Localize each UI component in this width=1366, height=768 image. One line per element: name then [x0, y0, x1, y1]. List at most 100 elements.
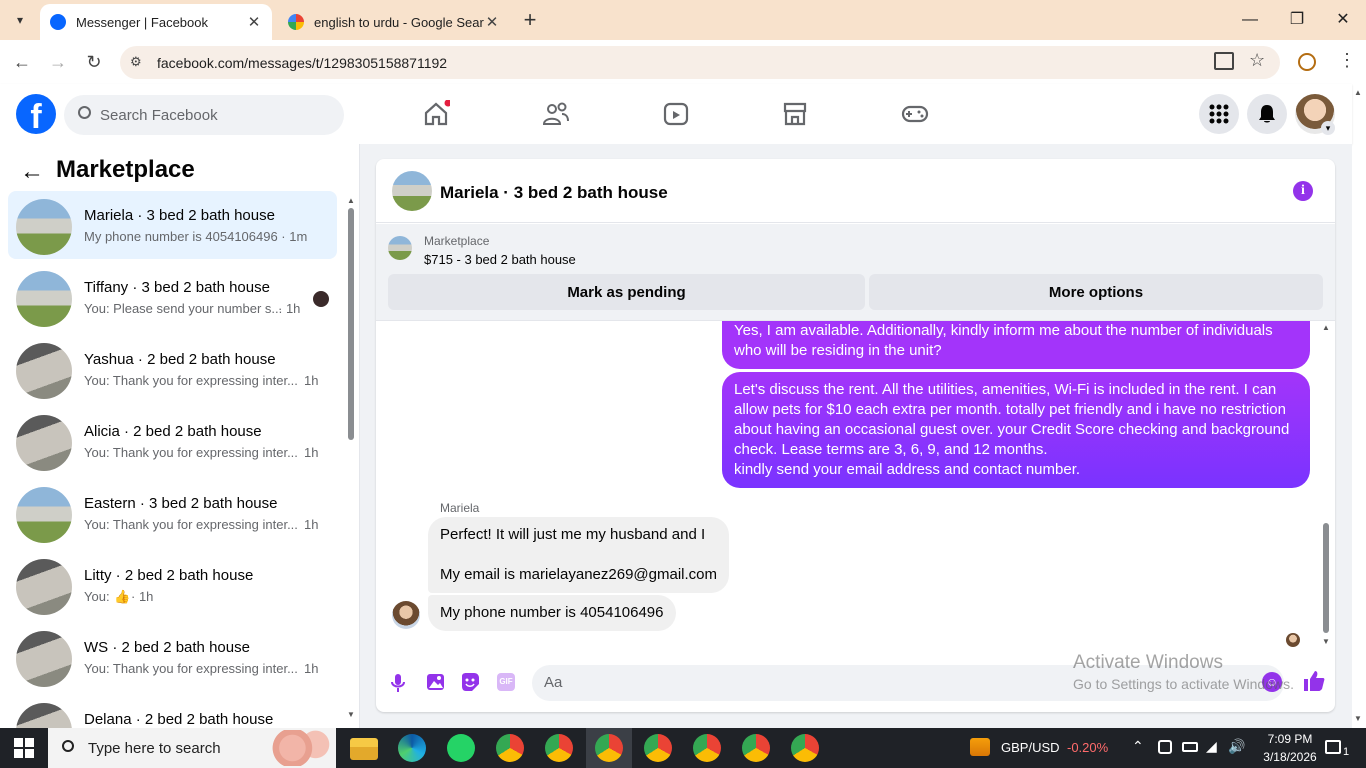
- chrome-icon[interactable]: [693, 734, 721, 762]
- conversation-preview: You: Thank you for expressing inter...: [84, 373, 298, 388]
- conversation-item[interactable]: Alicia · 2 bed 2 bath house You: Thank y…: [8, 407, 337, 475]
- browser-menu-icon[interactable]: ⋮: [1338, 50, 1356, 71]
- watch-video-icon[interactable]: [662, 100, 690, 128]
- close-tab-icon[interactable]: ✕: [246, 13, 262, 31]
- scrollbar-thumb[interactable]: [1323, 523, 1329, 633]
- reload-icon[interactable]: ↻: [80, 48, 108, 76]
- edge-icon[interactable]: [398, 734, 426, 762]
- bookmark-star-icon[interactable]: ☆: [1249, 50, 1265, 71]
- tab-google-search[interactable]: english to urdu - Google Search ✕: [278, 4, 510, 40]
- tray-overflow-icon[interactable]: ⌃: [1132, 738, 1144, 755]
- scroll-up-arrow[interactable]: ▲: [1322, 323, 1330, 332]
- microphone-icon[interactable]: [390, 673, 406, 693]
- tab-title: Messenger | Facebook: [76, 14, 208, 30]
- gaming-icon[interactable]: [901, 100, 929, 128]
- mark-as-pending-button[interactable]: Mark as pending: [388, 274, 865, 310]
- conversation-item[interactable]: Mariela · 3 bed 2 bath house My phone nu…: [8, 191, 337, 259]
- profile-icon[interactable]: [1298, 53, 1316, 71]
- account-chevron-down-icon[interactable]: ▾: [1321, 121, 1335, 135]
- restore-icon[interactable]: ❐: [1283, 8, 1311, 32]
- scroll-up-arrow[interactable]: ▲: [347, 196, 355, 205]
- sidebar-scrollbar[interactable]: ▲ ▼: [346, 196, 356, 720]
- incoming-message[interactable]: My phone number is 4054106496: [428, 595, 676, 631]
- chat-title[interactable]: Mariela · 3 bed 2 bath house: [440, 183, 668, 203]
- clock-time[interactable]: 7:09 PM: [1257, 732, 1323, 746]
- tab-messenger[interactable]: Messenger | Facebook ✕: [40, 4, 272, 40]
- message-placeholder: Aa: [544, 674, 563, 691]
- back-icon[interactable]: ←: [8, 48, 36, 76]
- chrome-icon[interactable]: [496, 734, 524, 762]
- listing-thumbnail[interactable]: [388, 236, 412, 260]
- install-app-icon[interactable]: [1214, 52, 1234, 70]
- listing-title[interactable]: $715 - 3 bed 2 bath house: [424, 252, 576, 267]
- meet-now-icon[interactable]: [1158, 740, 1172, 754]
- close-window-icon[interactable]: ✕: [1329, 8, 1357, 32]
- scroll-down-arrow[interactable]: ▼: [1322, 637, 1330, 646]
- menu-grid-button[interactable]: [1199, 94, 1239, 134]
- notifications-button[interactable]: [1247, 94, 1287, 134]
- windows-start-icon[interactable]: [14, 738, 34, 758]
- gif-icon[interactable]: GIF: [497, 673, 515, 691]
- marketplace-icon[interactable]: [781, 100, 809, 128]
- taskbar-search-box[interactable]: Type here to search: [48, 728, 336, 768]
- outgoing-message[interactable]: Yes, I am available. Additionally, kindl…: [722, 321, 1310, 369]
- scrollbar-thumb[interactable]: [348, 208, 354, 440]
- conversation-time: 1h: [304, 517, 319, 532]
- conversation-item[interactable]: Litty · 2 bed 2 bath house You: 👍 · 1h: [8, 551, 337, 619]
- chrome-icon[interactable]: [545, 734, 573, 762]
- ticker-coin-icon[interactable]: [970, 738, 990, 756]
- chat-avatar[interactable]: [392, 171, 432, 211]
- facebook-favicon-icon: [50, 14, 66, 30]
- notification-center-icon[interactable]: [1325, 740, 1341, 754]
- taskbar-search-placeholder: Type here to search: [88, 739, 221, 757]
- ticker-symbol[interactable]: GBP/USD: [1001, 740, 1060, 755]
- chrome-icon[interactable]: [791, 734, 819, 762]
- file-explorer-icon[interactable]: [350, 738, 378, 760]
- info-icon[interactable]: i: [1293, 181, 1313, 201]
- conversation-item[interactable]: WS · 2 bed 2 bath house You: Thank you f…: [8, 623, 337, 691]
- chrome-icon[interactable]: [595, 734, 623, 762]
- conversation-item[interactable]: Tiffany · 3 bed 2 bath house You: Please…: [8, 263, 337, 331]
- message-list: Yes, I am available. Additionally, kindl…: [376, 321, 1335, 651]
- listing-thumbnail: [16, 199, 72, 255]
- ticker-change: -0.20%: [1067, 740, 1109, 755]
- conversation-item[interactable]: Eastern · 3 bed 2 bath house You: Thank …: [8, 479, 337, 547]
- conversation-name: Eastern · 3 bed 2 bath house: [84, 495, 278, 512]
- incoming-message[interactable]: Perfect! It will just me my husband and …: [428, 517, 729, 593]
- photo-icon[interactable]: [426, 672, 446, 692]
- new-tab-button[interactable]: +: [518, 6, 542, 34]
- page-scroll-up-arrow[interactable]: ▲: [1354, 88, 1362, 97]
- outgoing-message[interactable]: Let's discuss the rent. All the utilitie…: [722, 372, 1310, 488]
- minimize-icon[interactable]: —: [1236, 8, 1264, 32]
- chrome-icon[interactable]: [644, 734, 672, 762]
- sticker-icon[interactable]: [460, 672, 480, 692]
- close-tab-icon[interactable]: ✕: [484, 13, 500, 31]
- listing-thumbnail: [16, 559, 72, 615]
- forward-icon[interactable]: →: [44, 48, 72, 76]
- battery-icon[interactable]: [1182, 742, 1198, 752]
- search-placeholder: Search Facebook: [100, 106, 218, 124]
- address-bar[interactable]: ⚙ facebook.com/messages/t/12983051588711…: [120, 46, 1280, 79]
- conversation-preview: You: Thank you for expressing inter...: [84, 661, 298, 676]
- facebook-logo[interactable]: f: [16, 94, 56, 134]
- more-options-button[interactable]: More options: [869, 274, 1323, 310]
- listing-thumbnail: [16, 271, 72, 327]
- conversation-name: Delana · 2 bed 2 bath house: [84, 711, 274, 728]
- facebook-search-input[interactable]: Search Facebook: [64, 95, 344, 135]
- tab-search-dropdown[interactable]: ▾: [8, 8, 32, 32]
- clock-date[interactable]: 3/18/2026: [1257, 750, 1323, 764]
- chrome-icon[interactable]: [742, 734, 770, 762]
- site-info-icon[interactable]: ⚙: [130, 54, 142, 70]
- conversation-item[interactable]: Delana · 2 bed 2 bath house: [8, 695, 337, 728]
- wifi-icon[interactable]: ◢: [1206, 738, 1217, 755]
- scroll-down-arrow[interactable]: ▼: [347, 710, 355, 719]
- home-icon[interactable]: [422, 100, 450, 128]
- back-arrow-icon[interactable]: ←: [20, 158, 44, 186]
- page-scroll-down-arrow[interactable]: ▼: [1354, 714, 1362, 723]
- chat-scrollbar[interactable]: ▲ ▼: [1320, 323, 1332, 649]
- whatsapp-icon[interactable]: [447, 734, 475, 762]
- friends-icon[interactable]: [542, 100, 570, 128]
- conversation-preview: You:: [84, 589, 110, 604]
- conversation-item[interactable]: Yashua · 2 bed 2 bath house You: Thank y…: [8, 335, 337, 403]
- volume-icon[interactable]: 🔊: [1228, 738, 1245, 755]
